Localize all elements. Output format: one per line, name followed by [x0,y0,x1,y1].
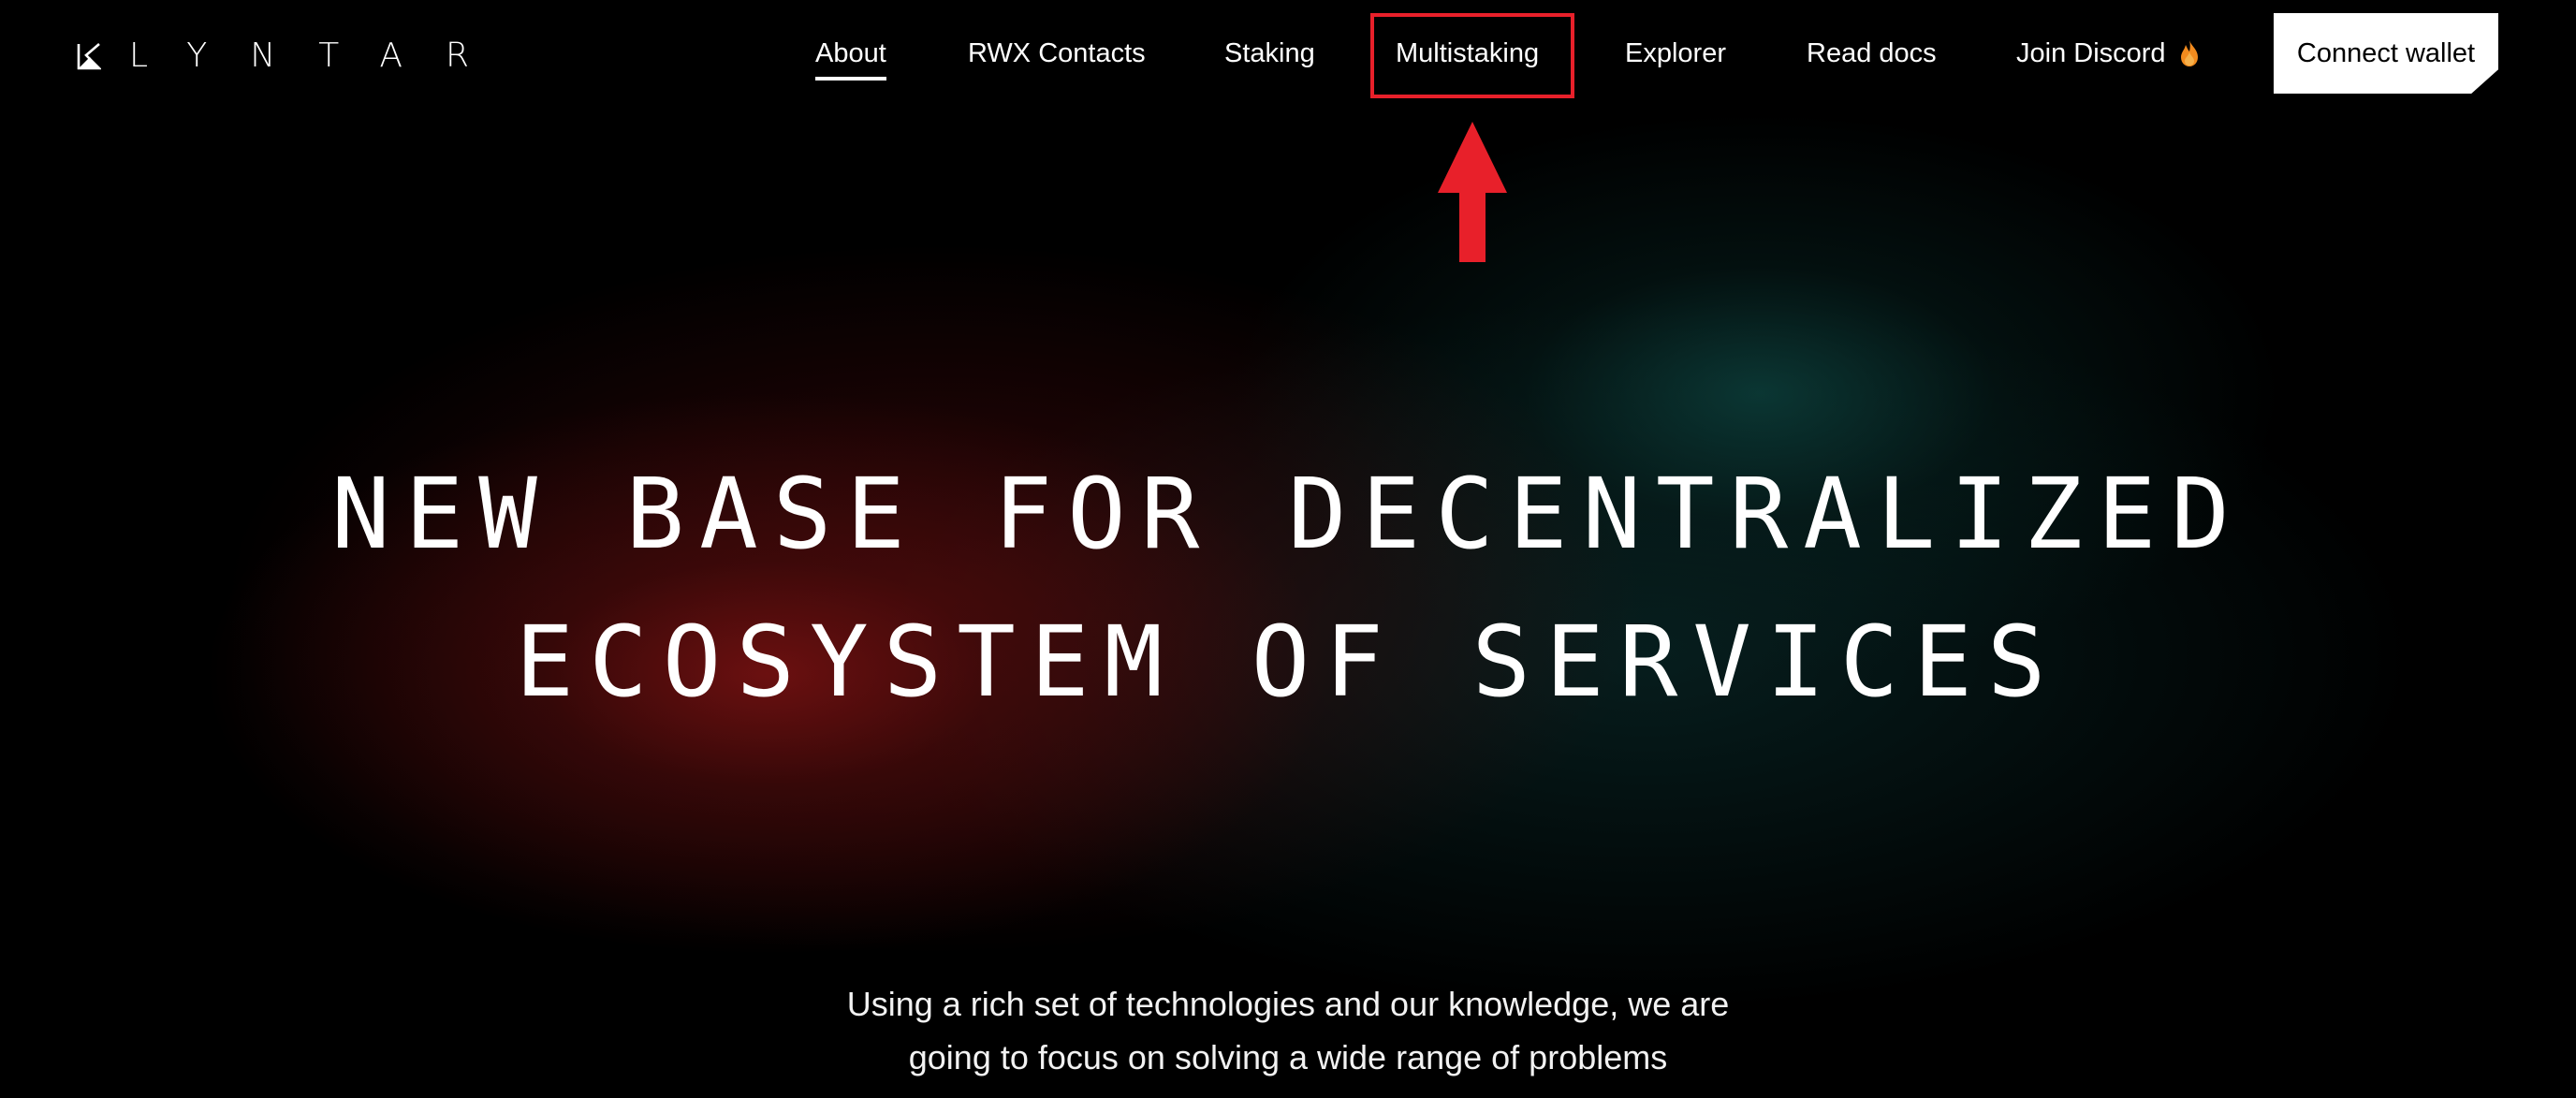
connect-wallet-button[interactable]: Connect wallet [2274,13,2498,94]
nav-explorer[interactable]: Explorer [1625,13,1726,94]
nav-staking[interactable]: Staking [1224,13,1315,94]
flame-icon [2180,40,2198,66]
nav-join-discord[interactable]: Join Discord [2016,13,2200,94]
red-arrow-up-icon [1438,122,1507,262]
hero-title: NEW BASE FOR DECENTRALIZED ECOSYSTEM OF … [0,440,2576,736]
main-nav: About RWX Contacts Staking Multistaking … [0,13,2576,94]
nav-about[interactable]: About [815,13,886,94]
hero-subtitle-line-2: going to focus on solving a wide range o… [908,1038,1668,1076]
nav-read-docs[interactable]: Read docs [1807,13,1937,94]
hero-subtitle: Using a rich set of technologies and our… [0,977,2576,1084]
hero-title-line-2: ECOSYSTEM OF SERVICES [515,605,2061,719]
nav-join-discord-label: Join Discord [2016,38,2166,68]
hero-subtitle-line-1: Using a rich set of technologies and our… [846,985,1730,1023]
hero-title-line-1: NEW BASE FOR DECENTRALIZED [331,457,2245,571]
multistaking-highlight-box [1370,13,1574,98]
nav-rwx-contacts[interactable]: RWX Contacts [968,13,1146,94]
